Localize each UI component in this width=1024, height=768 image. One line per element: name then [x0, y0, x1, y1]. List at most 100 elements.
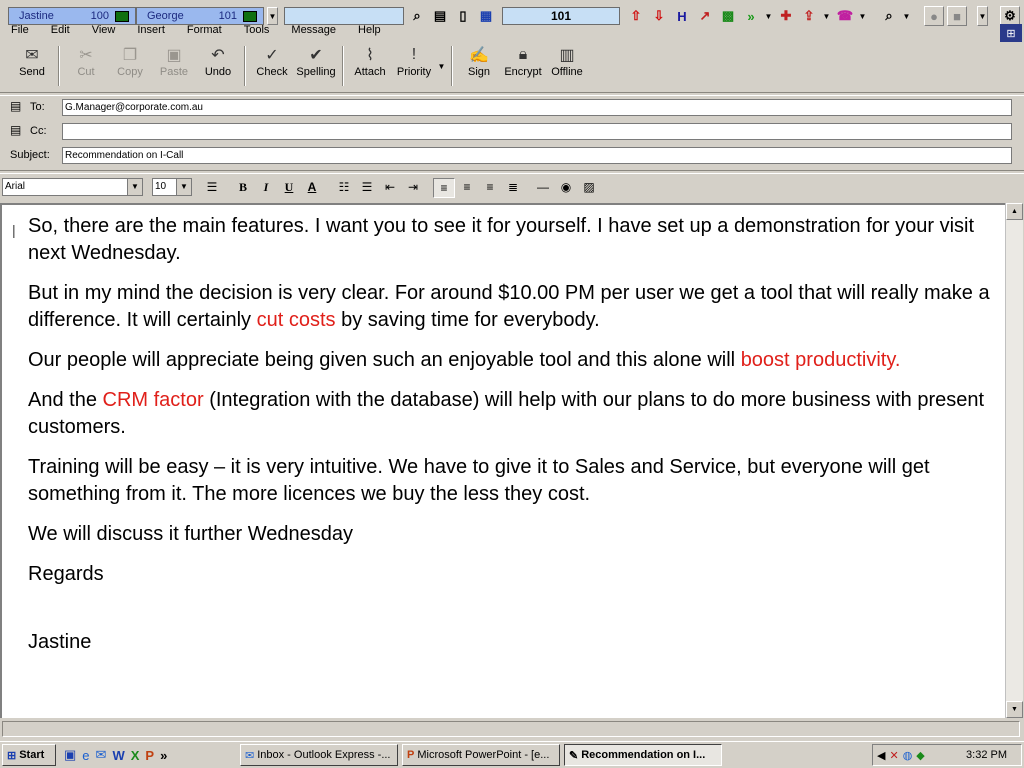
font-color-button[interactable]: A: [302, 178, 322, 196]
cc-field[interactable]: [62, 123, 1012, 140]
copy-button[interactable]: ❐ Copy: [108, 44, 152, 88]
internet-explorer-icon[interactable]: e: [82, 748, 89, 763]
menu-tools[interactable]: Tools: [233, 24, 281, 38]
chevron-down-icon[interactable]: ▼: [176, 179, 191, 195]
powerpoint-icon[interactable]: P: [145, 748, 154, 763]
check-names-button[interactable]: ✓ Check: [250, 44, 294, 88]
park-icon[interactable]: ⇪: [799, 6, 819, 26]
bullet-list-icon[interactable]: ☰: [357, 178, 377, 196]
scroll-down-icon[interactable]: ▼: [1006, 701, 1023, 718]
hold-icon[interactable]: H: [672, 6, 692, 26]
chevron-down-icon[interactable]: ▼: [901, 6, 912, 26]
outlook-express-icon[interactable]: ✉: [96, 747, 107, 763]
chevron-down-icon[interactable]: ▼: [821, 6, 832, 26]
numbered-list-icon[interactable]: ☷: [334, 178, 354, 196]
volume-icon[interactable]: ◀: [877, 749, 885, 762]
paragraph: We will discuss it further Wednesday: [28, 523, 353, 545]
chevron-down-icon[interactable]: ▼: [977, 6, 988, 26]
find-icon[interactable]: ⌕: [879, 6, 899, 26]
font-size-select[interactable]: 10 ▼: [152, 178, 192, 196]
extension-number: 100: [90, 10, 109, 22]
hangup-call-icon[interactable]: ⇩: [649, 6, 669, 26]
scroll-up-icon[interactable]: ▲: [1006, 203, 1023, 220]
chevron-down-icon[interactable]: ▼: [857, 6, 868, 26]
signature: Jastine: [28, 631, 92, 653]
chevron-down-icon[interactable]: ▼: [763, 6, 774, 26]
spelling-button[interactable]: ✔ Spelling: [294, 44, 338, 88]
phone-icon[interactable]: ☎: [835, 6, 855, 26]
to-field[interactable]: G.Manager@corporate.com.au: [62, 99, 1012, 116]
align-center-icon[interactable]: ≡: [457, 178, 477, 196]
paragraph-style-icon[interactable]: ☰: [202, 178, 222, 196]
toolbar-divider: [58, 46, 60, 86]
conference-icon[interactable]: ▩: [718, 6, 738, 26]
task-outlook-express[interactable]: ✉ Inbox - Outlook Express -...: [240, 744, 398, 766]
chevron-down-icon[interactable]: ▼: [436, 56, 447, 76]
italic-button[interactable]: I: [256, 178, 276, 196]
menu-edit[interactable]: Edit: [40, 24, 81, 38]
record-icon[interactable]: ●: [924, 6, 944, 26]
message-body[interactable]: | So, there are the main features. I wan…: [0, 203, 1006, 718]
quick-launch-chevron[interactable]: »: [160, 748, 167, 763]
undo-button[interactable]: ↶ Undo: [196, 44, 240, 88]
sign-button[interactable]: ✍ Sign: [457, 44, 501, 88]
menu-view[interactable]: View: [81, 24, 127, 38]
dial-input[interactable]: [284, 7, 404, 25]
cut-button[interactable]: ✂ Cut: [64, 44, 108, 88]
address-book-icon[interactable]: ▤: [10, 99, 21, 113]
align-right-icon[interactable]: ≡: [480, 178, 500, 196]
paste-button[interactable]: ▣ Paste: [152, 44, 196, 88]
decrease-indent-icon[interactable]: ⇤: [380, 178, 400, 196]
task-recommendation[interactable]: ✎ Recommendation on I...: [564, 744, 722, 766]
transfer-icon[interactable]: ↗: [695, 6, 715, 26]
address-book-icon[interactable]: ▤: [10, 123, 21, 137]
hyperlink-icon[interactable]: ◉: [556, 178, 576, 196]
subject-field[interactable]: Recommendation on I-Call: [62, 147, 1012, 164]
chevron-down-icon[interactable]: ▼: [267, 7, 278, 25]
extension-jastine[interactable]: Jastine 100: [8, 7, 136, 25]
bold-button[interactable]: B: [233, 178, 253, 196]
word-icon[interactable]: W: [112, 748, 124, 763]
align-left-icon[interactable]: ≡: [433, 178, 455, 198]
increase-indent-icon[interactable]: ⇥: [403, 178, 423, 196]
phonebook-icon[interactable]: ▤: [430, 6, 450, 26]
task-label: Inbox - Outlook Express -...: [257, 749, 391, 761]
settings-icon[interactable]: ⚙: [1000, 6, 1020, 26]
highlight-text: cut costs: [256, 309, 336, 331]
pickup-icon[interactable]: ✚: [776, 6, 796, 26]
network-icon[interactable]: ✕: [889, 749, 898, 762]
vertical-scrollbar[interactable]: ▲ ▼: [1005, 203, 1023, 718]
paperclip-icon: ⌇: [366, 47, 374, 64]
extension-george[interactable]: George 101: [136, 7, 264, 25]
page-icon[interactable]: ▯: [453, 6, 473, 26]
offline-button[interactable]: ▥ Offline: [545, 44, 589, 88]
app-tray-icon[interactable]: ◆: [916, 749, 924, 762]
menu-help[interactable]: Help: [347, 24, 392, 38]
excel-icon[interactable]: X: [131, 748, 140, 763]
underline-button[interactable]: U: [279, 178, 299, 196]
desktop-icon[interactable]: ▣: [64, 747, 76, 763]
font-select[interactable]: Arial ▼: [2, 178, 143, 196]
encrypt-button[interactable]: 🔒︎ Encrypt: [501, 44, 545, 88]
globe-icon[interactable]: ◍: [903, 749, 913, 762]
menu-format[interactable]: Format: [176, 24, 233, 38]
insert-picture-icon[interactable]: ▨: [579, 178, 599, 196]
horizontal-line-icon[interactable]: —: [533, 178, 553, 196]
attach-button[interactable]: ⌇ Attach: [348, 44, 392, 88]
binoculars-icon[interactable]: ⌕: [407, 6, 427, 26]
menu-message[interactable]: Message: [280, 24, 347, 38]
menu-file[interactable]: File: [0, 24, 40, 38]
stop-icon[interactable]: ■: [947, 6, 967, 26]
priority-button[interactable]: ! Priority: [392, 44, 436, 88]
dial-display: 101: [502, 7, 620, 25]
calculator-icon[interactable]: ▦: [476, 6, 496, 26]
task-powerpoint[interactable]: P Microsoft PowerPoint - [e...: [402, 744, 560, 766]
forward-icon[interactable]: »: [741, 6, 761, 26]
menu-insert[interactable]: Insert: [126, 24, 176, 38]
send-button[interactable]: ✉ Send: [10, 44, 54, 88]
justify-icon[interactable]: ≣: [503, 178, 523, 196]
answer-call-icon[interactable]: ⇧: [626, 6, 646, 26]
chevron-down-icon[interactable]: ▼: [127, 179, 142, 195]
status-bar: [2, 721, 1020, 737]
start-button[interactable]: ⊞ Start: [2, 744, 56, 766]
